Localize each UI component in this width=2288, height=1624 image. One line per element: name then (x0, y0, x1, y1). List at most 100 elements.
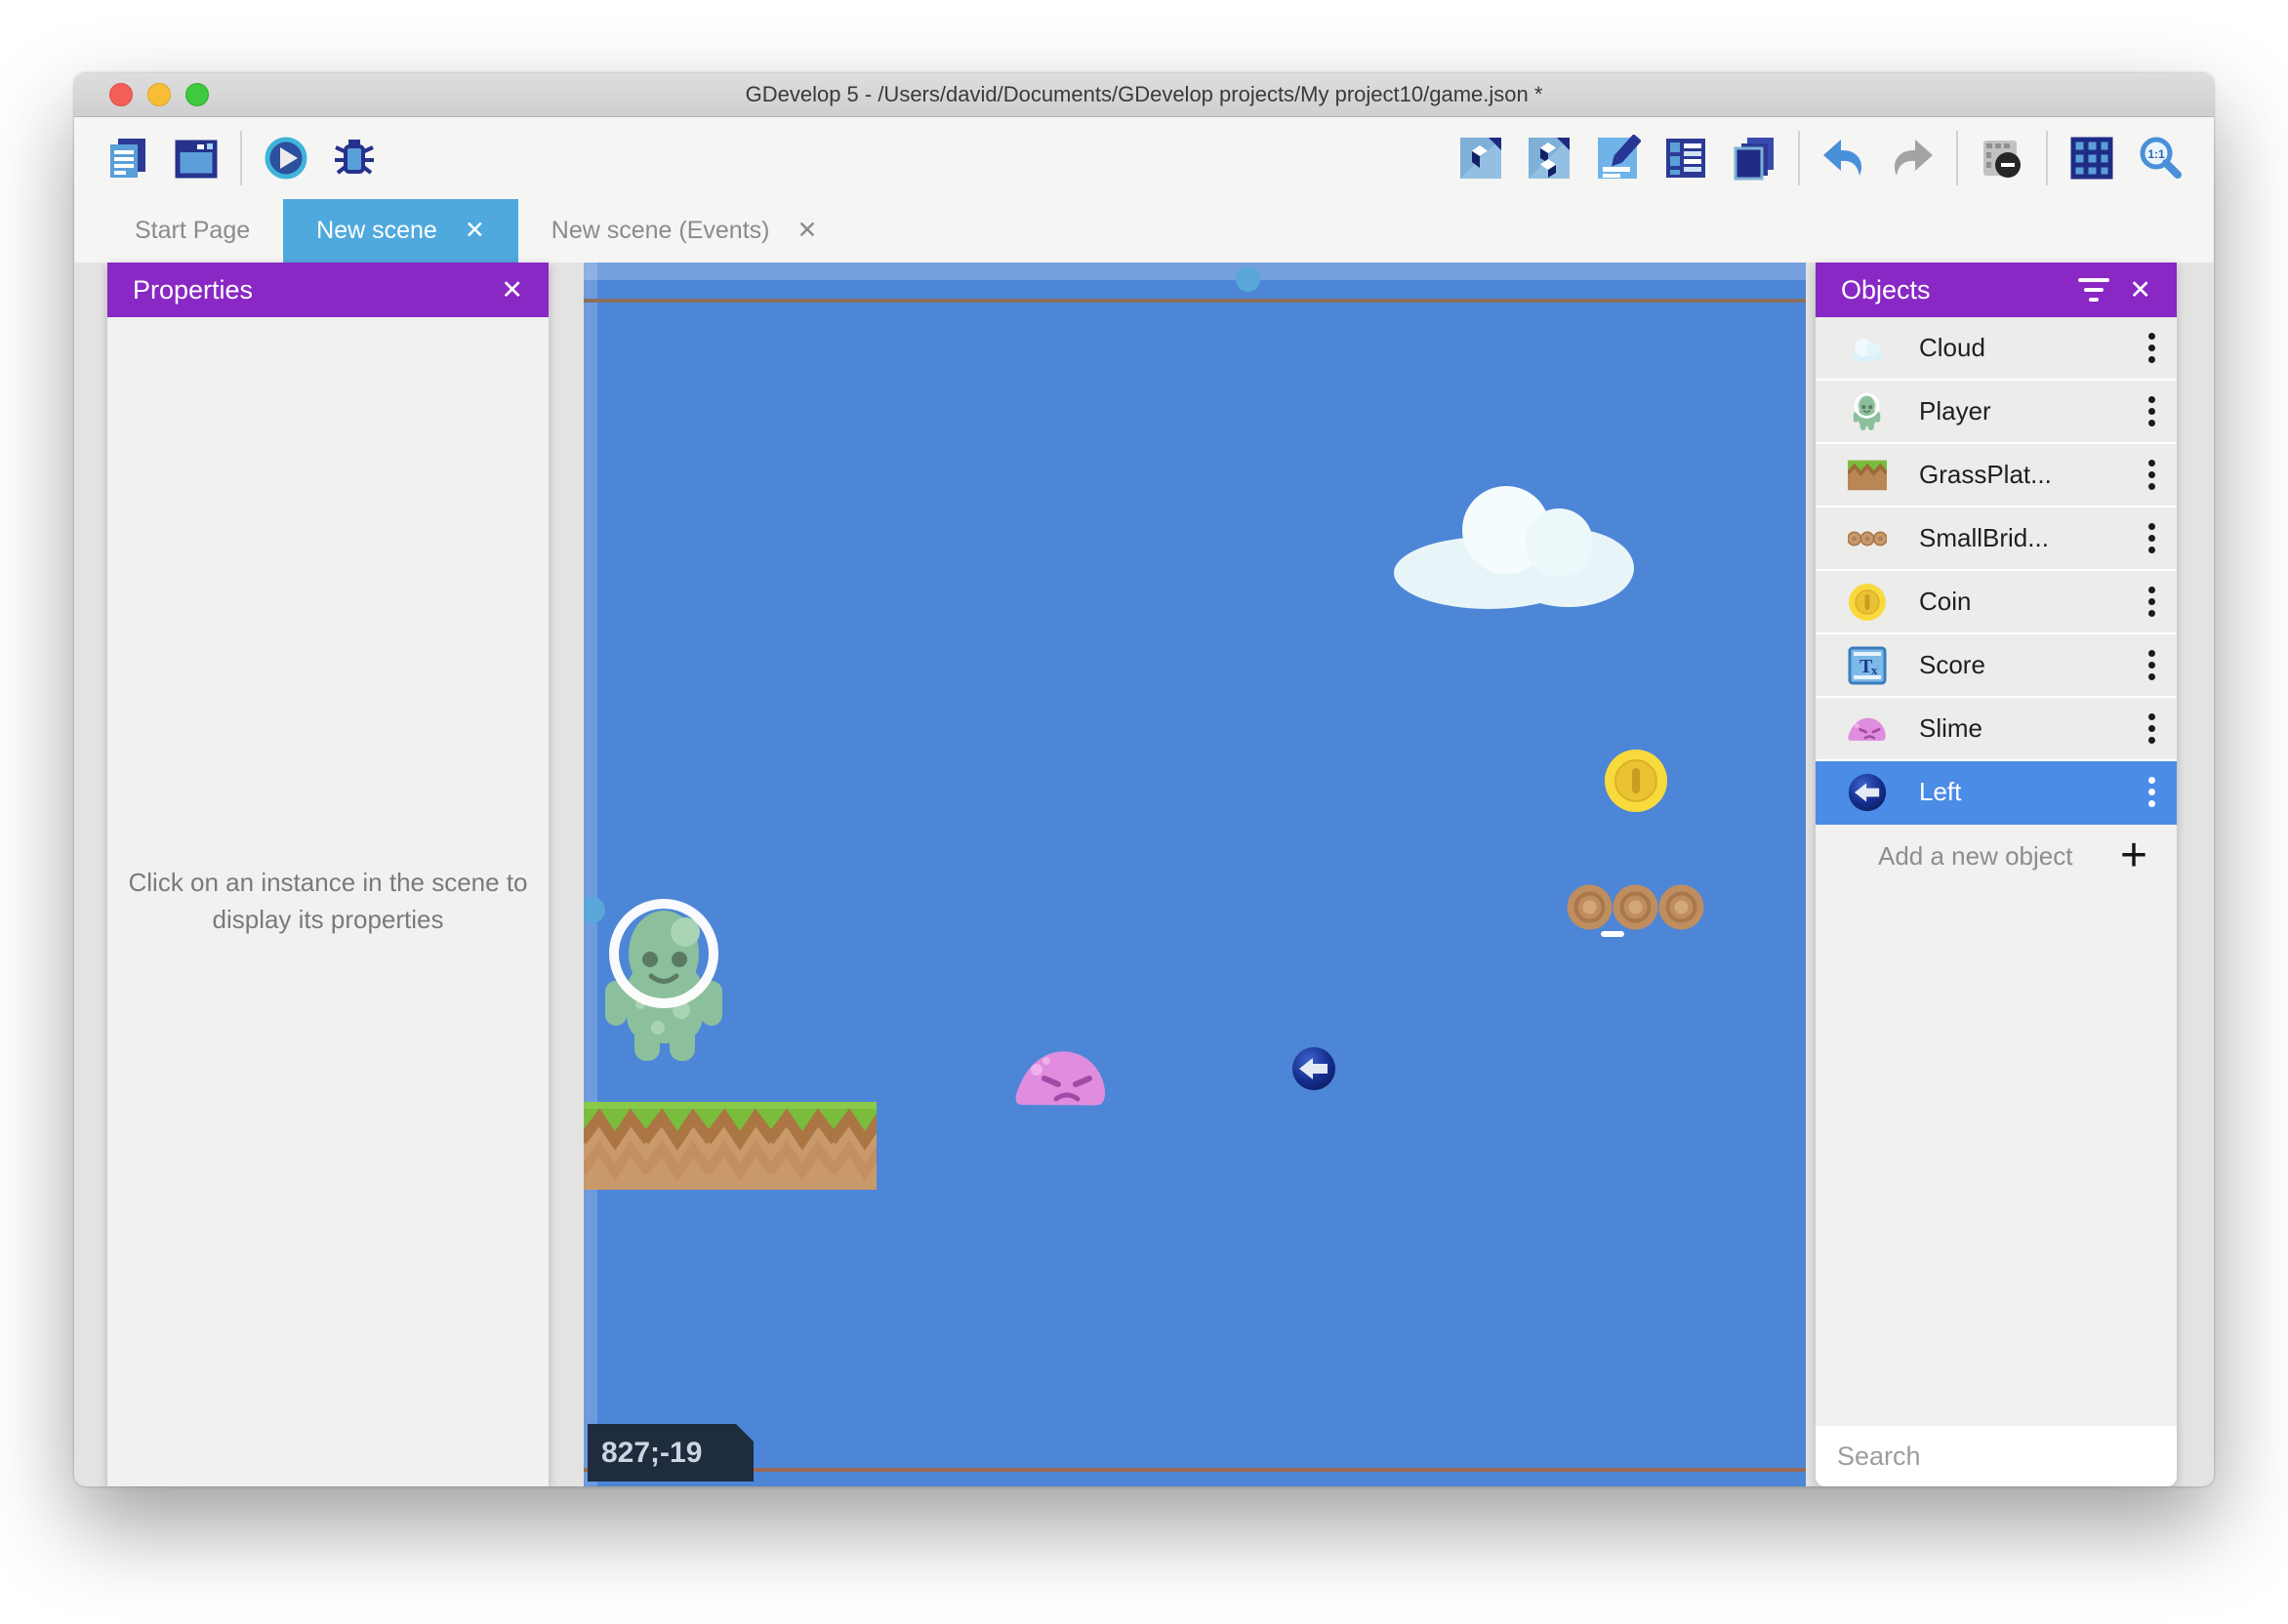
properties-panel: Properties ✕ Click on an instance in the… (107, 263, 549, 1486)
events-sheet-icon (1662, 135, 1709, 182)
zoom-1-1-button[interactable]: 1:1 (2136, 134, 2185, 183)
export-cube-icon (1457, 135, 1504, 182)
undo-icon (1820, 135, 1867, 182)
object-menu-button[interactable] (2126, 650, 2177, 680)
publish-button[interactable] (1525, 134, 1573, 183)
object-menu-button[interactable] (2126, 523, 2177, 553)
left-button-instance[interactable] (1291, 1046, 1336, 1091)
editor-content: Properties ✕ Click on an instance in the… (74, 263, 2214, 1486)
scene-top-border (584, 299, 1806, 303)
object-row-smallbridge[interactable]: SmallBrid... (1816, 508, 2177, 571)
tab-start-page[interactable]: Start Page (102, 199, 283, 263)
open-events-button[interactable] (1661, 134, 1710, 183)
properties-body: Click on an instance in the scene to dis… (107, 317, 549, 1486)
add-new-object-button[interactable]: Add a new object + (1816, 825, 2177, 887)
edit-pencil-icon (1594, 135, 1641, 182)
slime-instance[interactable] (1015, 1048, 1108, 1107)
close-window-button[interactable] (109, 83, 133, 106)
close-icon[interactable]: ✕ (501, 275, 523, 305)
object-menu-button[interactable] (2126, 333, 2177, 363)
grid-icon (2068, 135, 2115, 182)
svg-text:1:1: 1:1 (2147, 147, 2165, 161)
object-menu-button[interactable] (2126, 587, 2177, 617)
debug-icon (331, 135, 378, 182)
object-menu-button[interactable] (2126, 713, 2177, 744)
tab-new-scene-events[interactable]: New scene (Events) ✕ (518, 199, 851, 263)
object-row-player[interactable]: Player (1816, 381, 2177, 444)
play-icon (263, 135, 309, 182)
filter-icon[interactable] (2072, 278, 2115, 302)
add-new-object-label: Add a new object (1878, 841, 2072, 872)
object-menu-button[interactable] (2126, 396, 2177, 426)
object-row-grassplatform[interactable]: GrassPlat... (1816, 444, 2177, 508)
publish-cubes-icon (1526, 135, 1573, 182)
object-row-score[interactable]: Tx Score (1816, 634, 2177, 698)
project-manager-icon (104, 135, 151, 182)
plus-icon: + (2120, 832, 2147, 879)
svg-text:x: x (1871, 663, 1878, 677)
properties-title: Properties (133, 275, 253, 305)
export-button[interactable] (1456, 134, 1505, 183)
tab-bar: Start Page New scene ✕ New scene (Events… (74, 199, 2214, 263)
object-menu-button[interactable] (2126, 460, 2177, 490)
object-row-cloud[interactable]: Cloud (1816, 317, 2177, 381)
vertical-scrollbar[interactable] (584, 263, 597, 1486)
toolbar-separator (2046, 131, 2048, 185)
tab-new-scene[interactable]: New scene ✕ (283, 199, 518, 263)
instances-list-button[interactable] (1730, 134, 1778, 183)
object-row-slime[interactable]: Slime (1816, 698, 2177, 761)
coin-instance[interactable] (1604, 749, 1668, 813)
project-manager-button[interactable] (103, 134, 152, 183)
toggle-mask-button[interactable] (1978, 134, 2026, 183)
objects-title: Objects (1841, 275, 1931, 305)
close-icon[interactable]: ✕ (2129, 275, 2151, 305)
cloud-icon (1816, 329, 1919, 368)
object-row-left[interactable]: Left (1816, 761, 2177, 825)
window-title: GDevelop 5 - /Users/david/Documents/GDev… (74, 82, 2214, 107)
grass-platform-instance[interactable] (584, 1102, 877, 1190)
cloud-instance[interactable] (1391, 474, 1640, 611)
titlebar[interactable]: GDevelop 5 - /Users/david/Documents/GDev… (74, 73, 2214, 117)
scene-bottom-border (584, 1468, 1806, 1472)
tab-label: New scene (Events) (552, 217, 770, 245)
redo-button[interactable] (1888, 134, 1937, 183)
coin-icon (1816, 583, 1919, 622)
scene-canvas[interactable]: 827;-19 (584, 263, 1806, 1486)
toolbar-separator (240, 131, 242, 185)
object-row-coin[interactable]: Coin (1816, 571, 2177, 634)
window-icon (173, 135, 220, 182)
close-icon[interactable]: ✕ (797, 219, 817, 243)
left-arrow-button-icon (1816, 773, 1919, 812)
slime-icon (1816, 710, 1919, 749)
minimize-window-button[interactable] (147, 83, 171, 106)
player-instance[interactable] (597, 895, 734, 1066)
objects-list-empty-area (1816, 887, 2177, 1426)
tab-label: Start Page (135, 217, 250, 245)
stacked-pages-icon (1731, 135, 1777, 182)
undo-button[interactable] (1819, 134, 1868, 183)
cursor-coordinates-badge: 827;-19 (588, 1424, 754, 1482)
player-icon (1816, 392, 1919, 431)
close-icon[interactable]: ✕ (465, 219, 485, 243)
toolbar-separator (1956, 131, 1958, 185)
horizontal-scroll-thumb[interactable] (1236, 267, 1260, 292)
zoom-window-button[interactable] (185, 83, 209, 106)
redo-icon (1889, 135, 1936, 182)
text-object-icon: Tx (1816, 646, 1919, 685)
edit-scene-properties-button[interactable] (1593, 134, 1642, 183)
small-bridge-instance[interactable] (1567, 884, 1704, 930)
toolbar-separator (1798, 131, 1800, 185)
search-input[interactable] (1835, 1441, 2185, 1473)
main-toolbar: 1:1 (74, 117, 2214, 199)
toggle-grid-button[interactable] (2067, 134, 2116, 183)
start-page-button[interactable] (172, 134, 221, 183)
grass-platform-icon (1816, 456, 1919, 495)
gdevelop-window: GDevelop 5 - /Users/david/Documents/GDev… (74, 73, 2214, 1486)
play-button[interactable] (262, 134, 310, 183)
properties-hint: Click on an instance in the scene to dis… (123, 865, 533, 938)
desktop: GDevelop 5 - /Users/david/Documents/GDev… (0, 0, 2288, 1624)
object-menu-button[interactable] (2126, 777, 2177, 807)
objects-search-bar (1816, 1426, 2177, 1486)
debug-button[interactable] (330, 134, 379, 183)
horizontal-scrollbar[interactable] (584, 263, 1806, 280)
